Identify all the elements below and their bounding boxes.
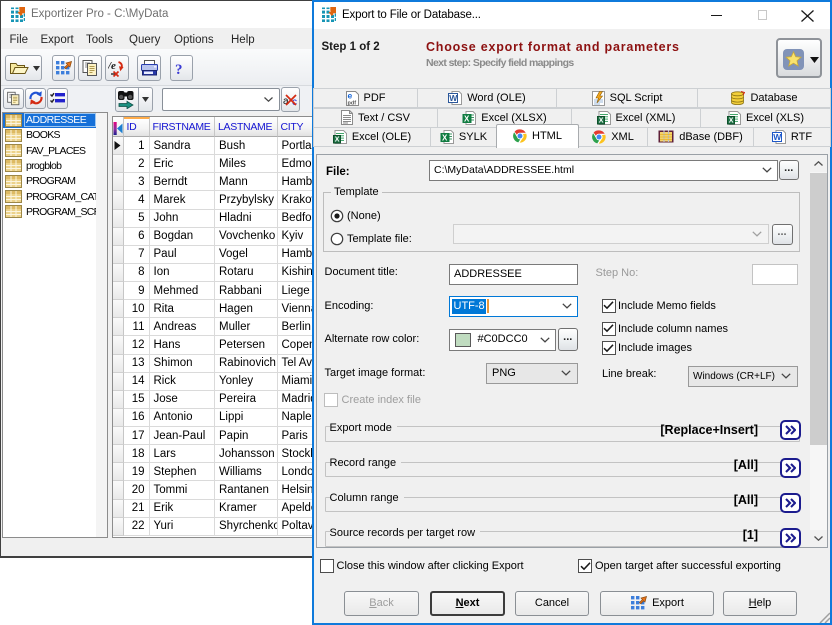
svg-text:pdf: pdf — [347, 100, 356, 106]
svg-text:X: X — [335, 136, 340, 143]
svg-text:X: X — [464, 114, 470, 123]
svg-text:W: W — [450, 93, 459, 103]
svg-text:e: e — [347, 91, 352, 101]
svg-text:X: X — [598, 117, 603, 124]
svg-text:X: X — [442, 133, 448, 142]
svg-text:?: ? — [175, 62, 183, 77]
svg-text:/e: /e — [108, 60, 116, 72]
svg-text:W: W — [773, 132, 782, 142]
svg-text:X: X — [729, 117, 734, 124]
